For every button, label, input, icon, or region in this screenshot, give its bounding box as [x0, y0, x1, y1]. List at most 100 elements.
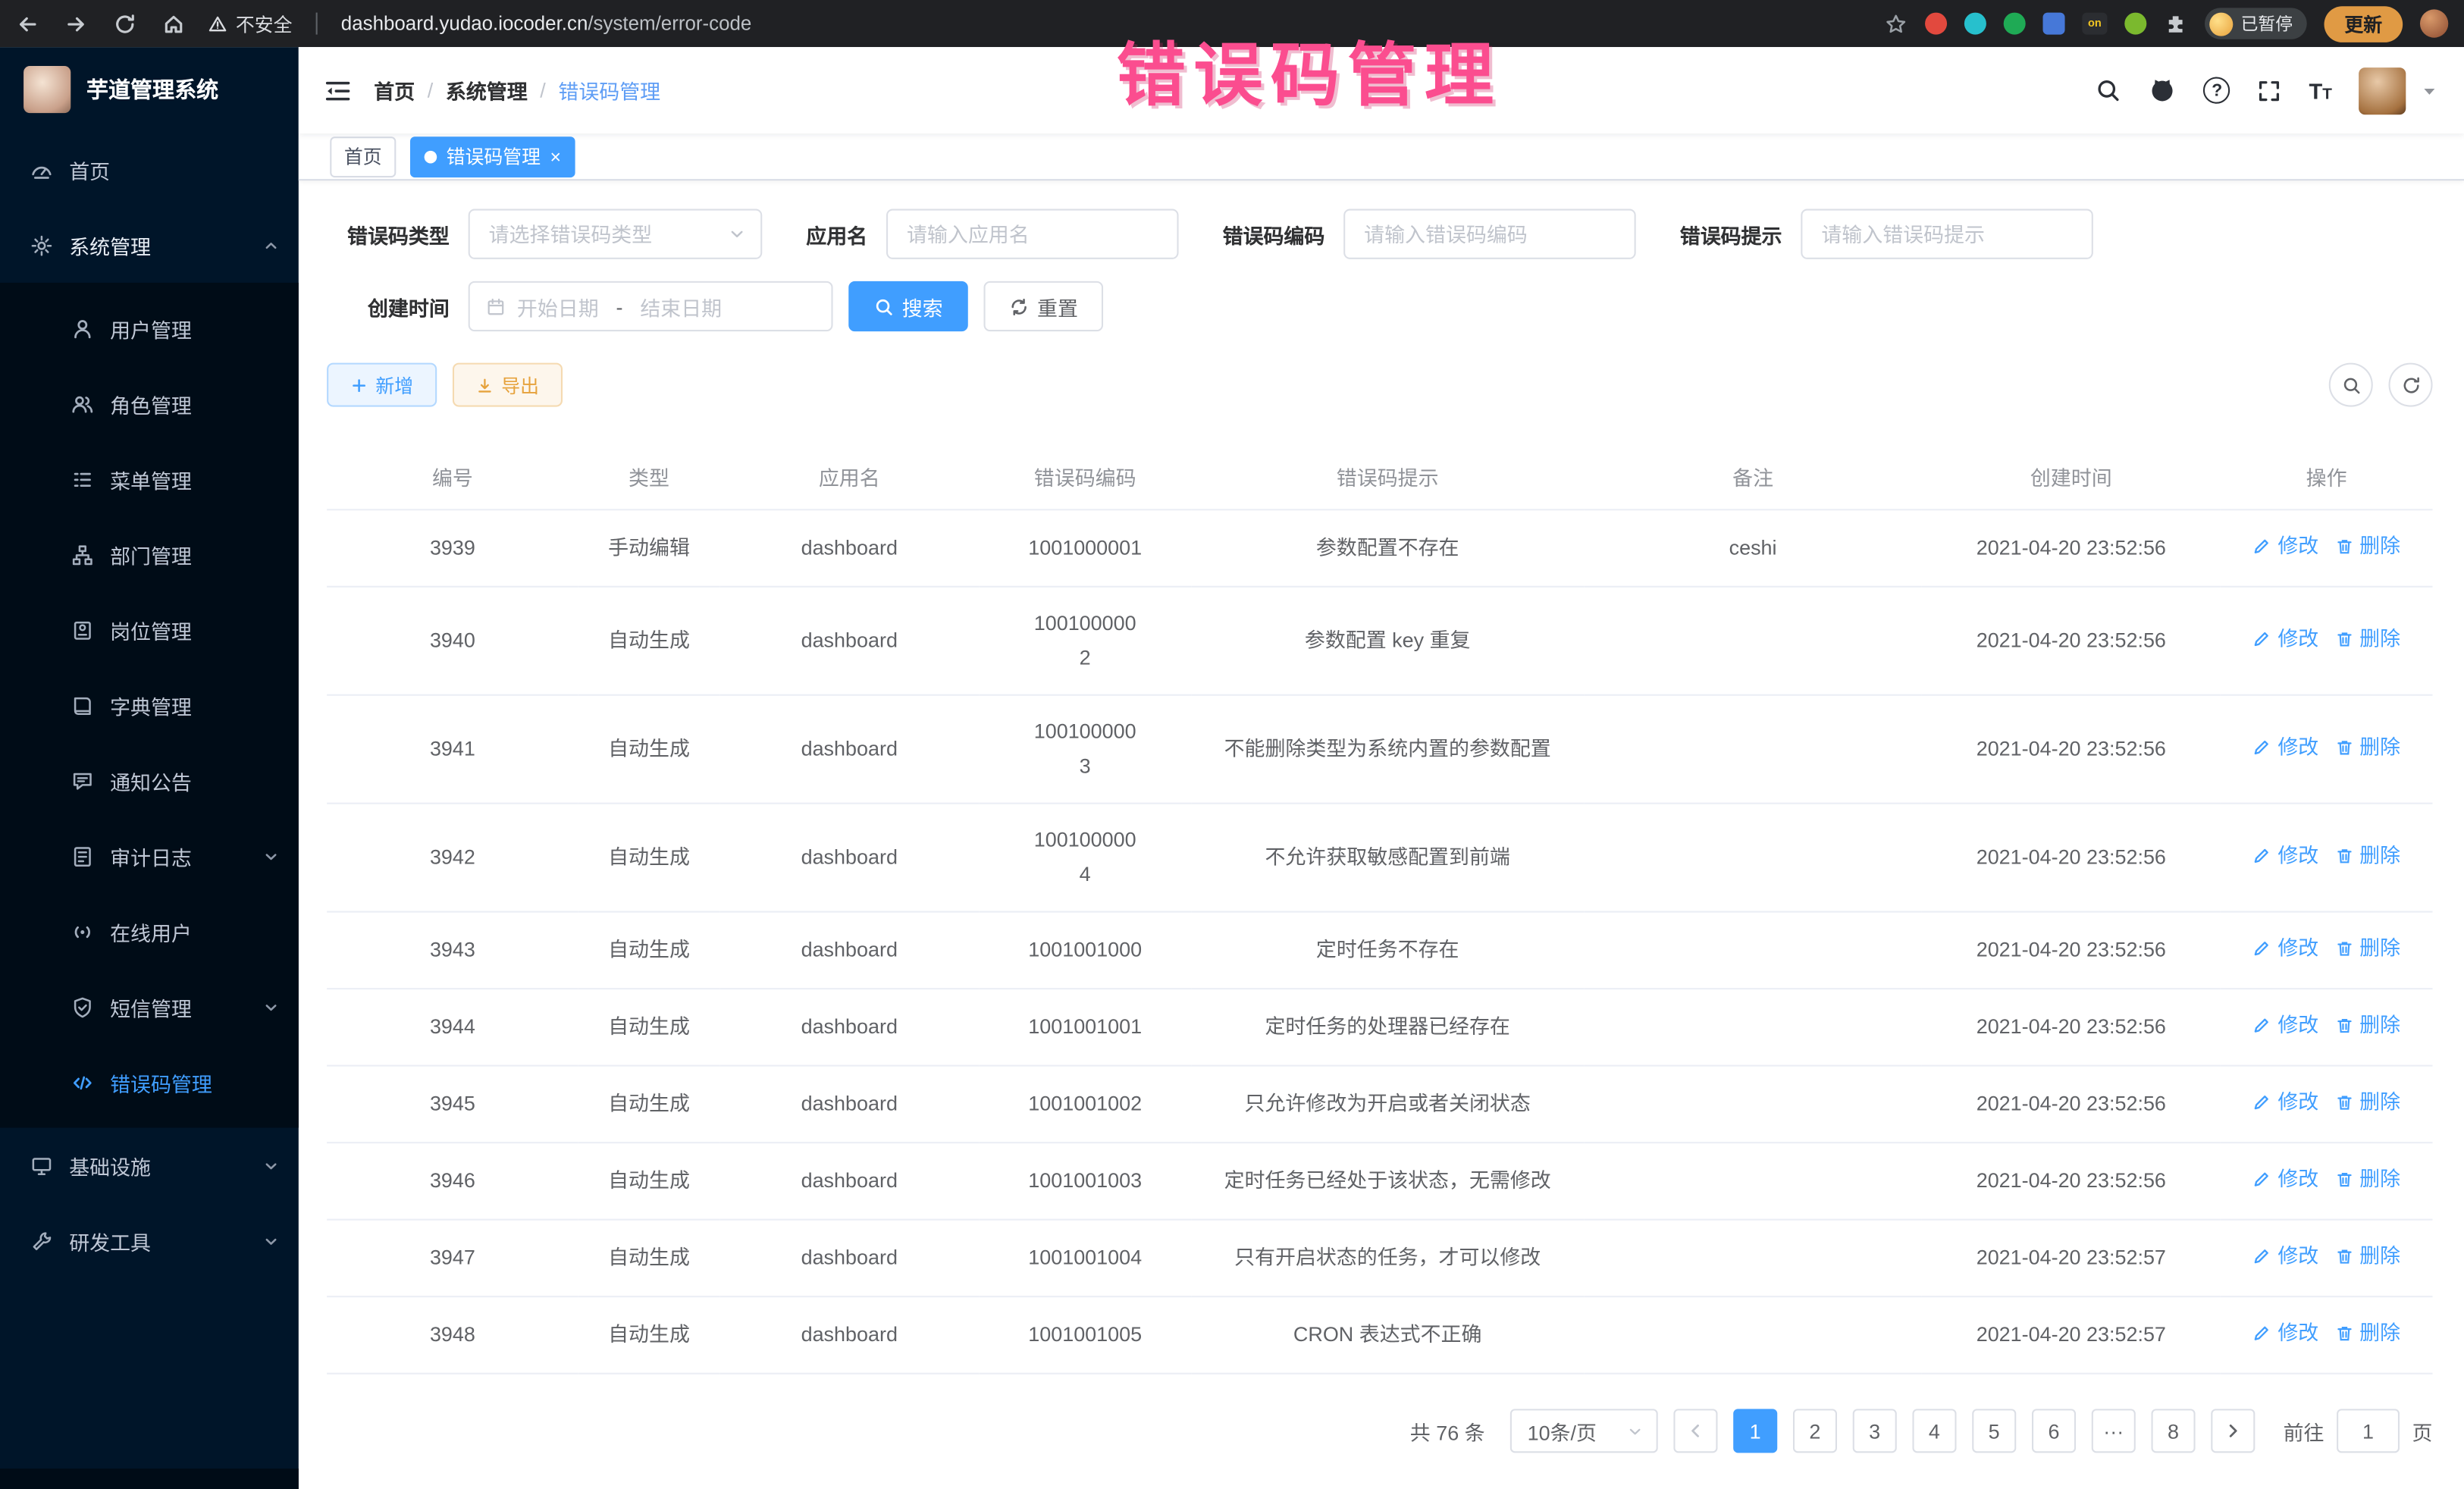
cell-type: 自动生成 — [578, 912, 720, 989]
reset-button[interactable]: 重置 — [984, 281, 1104, 331]
show-search-toggle-button[interactable] — [2329, 363, 2373, 407]
edit-link[interactable]: 修改 — [2252, 1240, 2318, 1274]
cell-app: dashboard — [719, 695, 979, 804]
extension-icon-3[interactable] — [2004, 13, 2026, 35]
browser-update-button[interactable]: 更新 — [2324, 5, 2403, 42]
extension-icon-2[interactable] — [1964, 13, 1986, 35]
date-range-picker[interactable]: 开始日期 - 结束日期 — [469, 281, 833, 331]
pager-page-1[interactable]: 1 — [1733, 1409, 1777, 1453]
pager-page-2[interactable]: 2 — [1793, 1409, 1837, 1453]
pager-ellipsis[interactable]: ··· — [2092, 1409, 2136, 1453]
edit-link[interactable]: 修改 — [2252, 1162, 2318, 1197]
app-name-label: 应用名 — [806, 219, 886, 249]
font-size-icon[interactable]: TT — [2309, 78, 2331, 103]
help-icon[interactable]: ? — [2204, 77, 2230, 104]
extensions-puzzle-icon[interactable] — [2164, 12, 2187, 36]
pager-page-5[interactable]: 5 — [1972, 1409, 2016, 1453]
extension-icon-1[interactable] — [1925, 13, 1947, 35]
chevron-down-icon — [728, 224, 747, 243]
extension-icon-5[interactable]: on — [2082, 13, 2107, 35]
edit-link[interactable]: 修改 — [2252, 730, 2318, 765]
browser-forward-icon[interactable] — [64, 12, 88, 36]
pager-page-3[interactable]: 3 — [1853, 1409, 1897, 1453]
edit-link[interactable]: 修改 — [2252, 1316, 2318, 1351]
fullscreen-icon[interactable] — [2257, 78, 2282, 103]
edit-link[interactable]: 修改 — [2252, 1086, 2318, 1121]
delete-link[interactable]: 删除 — [2334, 932, 2400, 967]
breadcrumb-system[interactable]: 系统管理 — [446, 75, 528, 105]
extension-icon-6[interactable] — [2124, 13, 2146, 35]
pager-next-button[interactable] — [2211, 1409, 2255, 1453]
sidebar-item-audit-log[interactable]: 审计日志 — [0, 818, 299, 893]
browser-back-icon[interactable] — [16, 12, 39, 36]
delete-link[interactable]: 删除 — [2334, 1086, 2400, 1121]
sidebar-item-dictionary[interactable]: 字典管理 — [0, 667, 299, 742]
extension-icon-4[interactable] — [2042, 13, 2064, 35]
sidebar-item-departments[interactable]: 部门管理 — [0, 517, 299, 592]
address-bar[interactable]: 不安全 dashboard.yudao.iocoder.cn/system/er… — [208, 10, 752, 36]
goto-page-input[interactable] — [2337, 1409, 2400, 1453]
sidebar-item-dev-tools[interactable]: 研发工具 — [0, 1203, 299, 1278]
end-date-placeholder[interactable]: 结束日期 — [640, 291, 722, 321]
profile-paused-chip[interactable]: 已暂停 — [2205, 8, 2307, 39]
sidebar-item-announcements[interactable]: 通知公告 — [0, 743, 299, 818]
edit-link[interactable]: 修改 — [2252, 529, 2318, 564]
sidebar-item-infrastructure[interactable]: 基础设施 — [0, 1127, 299, 1202]
sidebar-item-menus[interactable]: 菜单管理 — [0, 441, 299, 516]
sidebar-item-error-code[interactable]: 错误码管理 — [0, 1045, 299, 1120]
edit-link[interactable]: 修改 — [2252, 622, 2318, 657]
delete-link[interactable]: 删除 — [2334, 1316, 2400, 1351]
table-row: 3939手动编辑dashboard1001000001参数配置不存在ceshi2… — [327, 509, 2432, 587]
error-type-select[interactable] — [469, 209, 763, 259]
delete-link[interactable]: 删除 — [2334, 1008, 2400, 1043]
add-button[interactable]: 新增 — [327, 363, 437, 407]
sidebar-item-sms[interactable]: 短信管理 — [0, 969, 299, 1044]
browser-reload-icon[interactable] — [113, 12, 136, 36]
delete-link[interactable]: 删除 — [2334, 839, 2400, 873]
sidebar-item-online-users[interactable]: 在线用户 — [0, 894, 299, 969]
browser-profile-avatar[interactable] — [2420, 9, 2448, 37]
avatar-caret-icon[interactable] — [2420, 81, 2439, 100]
sidebar-item-system[interactable]: 系统管理 — [0, 207, 299, 282]
sidebar-item-users[interactable]: 用户管理 — [0, 290, 299, 365]
error-code-input[interactable] — [1345, 211, 1634, 258]
pager-prev-button[interactable] — [1673, 1409, 1717, 1453]
error-type-select-input[interactable] — [470, 211, 760, 258]
active-tab-dot — [425, 150, 437, 163]
page-size-select[interactable]: 10条/页 — [1510, 1409, 1658, 1453]
refresh-table-button[interactable] — [2389, 363, 2433, 407]
export-button[interactable]: 导出 — [453, 363, 563, 407]
delete-link[interactable]: 删除 — [2334, 622, 2400, 657]
sidebar-item-positions[interactable]: 岗位管理 — [0, 592, 299, 667]
app-name-input[interactable] — [888, 211, 1177, 258]
paused-label: 已暂停 — [2241, 11, 2293, 36]
breadcrumb-home[interactable]: 首页 — [374, 75, 415, 105]
delete-link[interactable]: 删除 — [2334, 529, 2400, 564]
delete-link[interactable]: 删除 — [2334, 1162, 2400, 1197]
tab-close-icon[interactable]: × — [550, 147, 562, 166]
error-hint-input[interactable] — [1802, 211, 2091, 258]
browser-home-icon[interactable] — [161, 12, 185, 36]
delete-link[interactable]: 删除 — [2334, 1240, 2400, 1274]
github-icon[interactable] — [2149, 76, 2177, 104]
header-search-icon[interactable] — [2096, 77, 2122, 104]
edit-link[interactable]: 修改 — [2252, 839, 2318, 873]
start-date-placeholder[interactable]: 开始日期 — [517, 291, 599, 321]
search-button[interactable]: 搜索 — [848, 281, 968, 331]
hamburger-icon[interactable] — [324, 76, 352, 104]
sidebar-collapse-bar[interactable] — [0, 1469, 299, 1489]
delete-link[interactable]: 删除 — [2334, 730, 2400, 765]
sidebar-item-roles[interactable]: 角色管理 — [0, 366, 299, 441]
pager-page-4[interactable]: 4 — [1912, 1409, 1956, 1453]
pager-page-8[interactable]: 8 — [2151, 1409, 2195, 1453]
tab-home[interactable]: 首页 — [330, 136, 396, 177]
edit-link[interactable]: 修改 — [2252, 1008, 2318, 1043]
sidebar-item-home[interactable]: 首页 — [0, 132, 299, 207]
sidebar-logo[interactable]: 芋道管理系统 — [0, 47, 299, 132]
tab-error-code[interactable]: 错误码管理 × — [410, 136, 575, 177]
menu-list-icon — [69, 466, 94, 491]
edit-link[interactable]: 修改 — [2252, 932, 2318, 967]
user-avatar[interactable] — [2359, 67, 2406, 114]
bookmark-star-icon[interactable] — [1884, 12, 1908, 36]
pager-page-6[interactable]: 6 — [2032, 1409, 2076, 1453]
